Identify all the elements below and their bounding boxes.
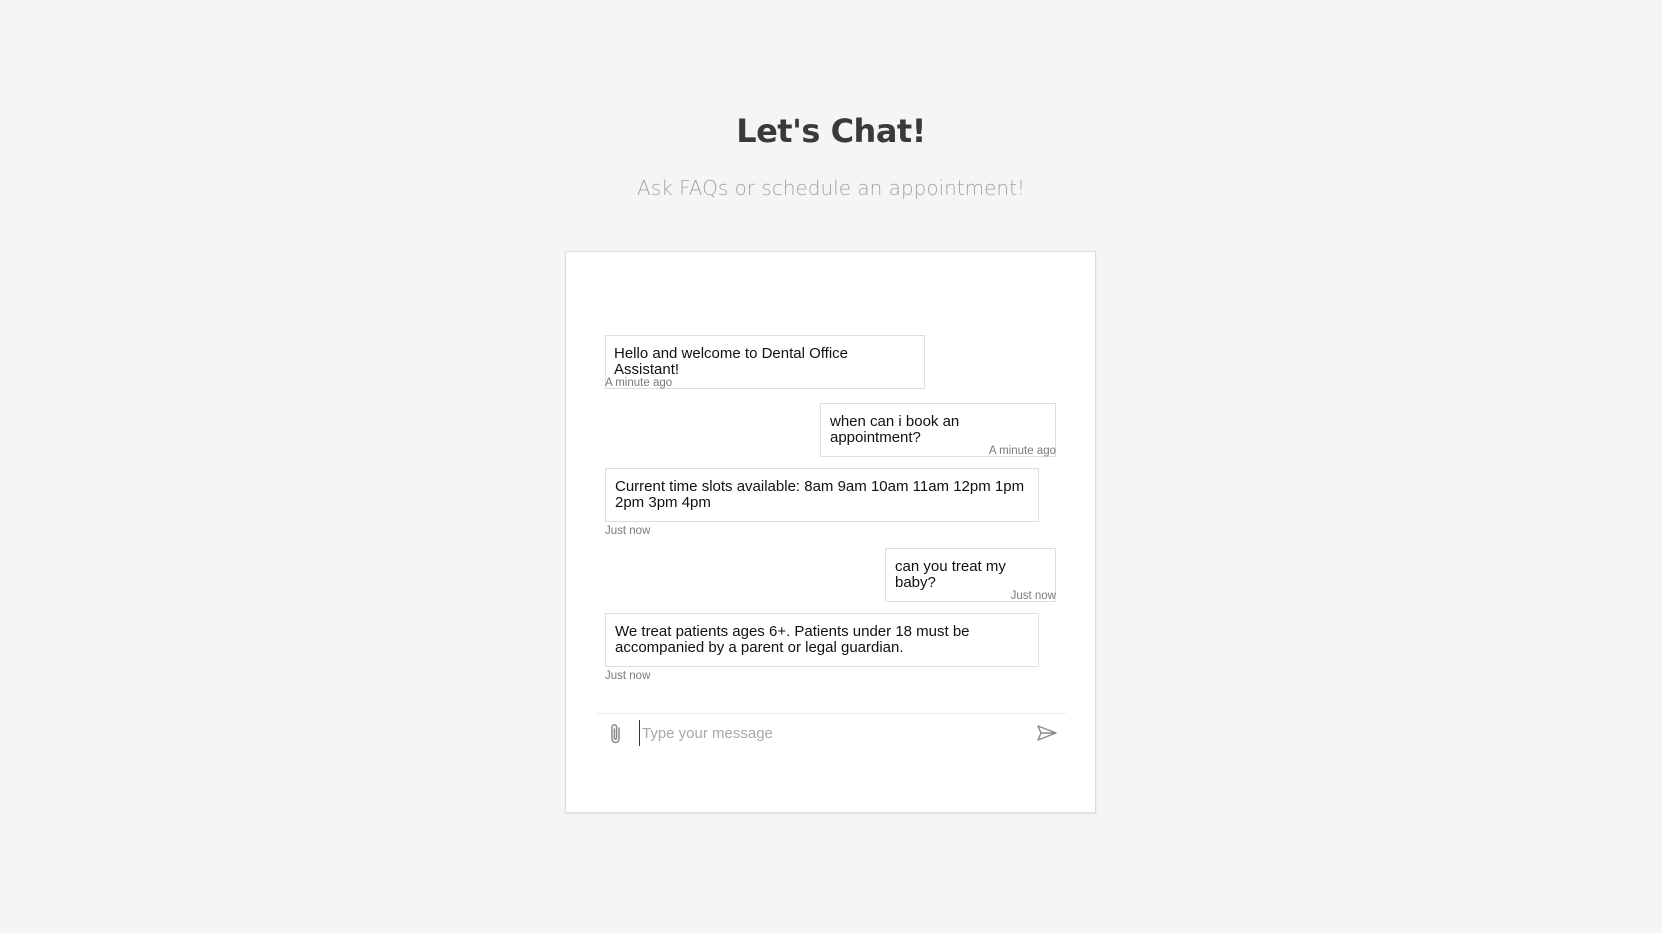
message-composer: [597, 713, 1066, 753]
message-timestamp: Just now: [605, 670, 651, 682]
bot-message: We treat patients ages 6+. Patients unde…: [605, 613, 1039, 667]
message-timestamp: Just now: [1010, 590, 1056, 602]
page-title: Let's Chat!: [736, 112, 926, 150]
chat-window: Hello and welcome to Dental Office Assis…: [565, 251, 1096, 813]
page-subtitle: Ask FAQs or schedule an appointment!: [637, 176, 1025, 200]
message-timestamp: Just now: [605, 525, 651, 537]
paperclip-icon[interactable]: [607, 722, 625, 746]
message-text: Hello and welcome to Dental Office Assis…: [614, 345, 849, 378]
message-list: Hello and welcome to Dental Office Assis…: [566, 252, 1095, 712]
message-text: Current time slots available: 8am 9am 10…: [615, 478, 1025, 511]
page: Let's Chat! Ask FAQs or schedule an appo…: [0, 0, 1662, 933]
message-input[interactable]: [639, 720, 1019, 746]
message-text: can you treat my baby?: [895, 558, 1006, 591]
message-timestamp: A minute ago: [605, 377, 673, 389]
message-text: We treat patients ages 6+. Patients unde…: [615, 623, 970, 656]
message-text: when can i book an appointment?: [830, 413, 960, 446]
send-icon[interactable]: [1036, 723, 1058, 743]
bot-message: Current time slots available: 8am 9am 10…: [605, 468, 1039, 522]
message-timestamp: A minute ago: [988, 445, 1056, 457]
